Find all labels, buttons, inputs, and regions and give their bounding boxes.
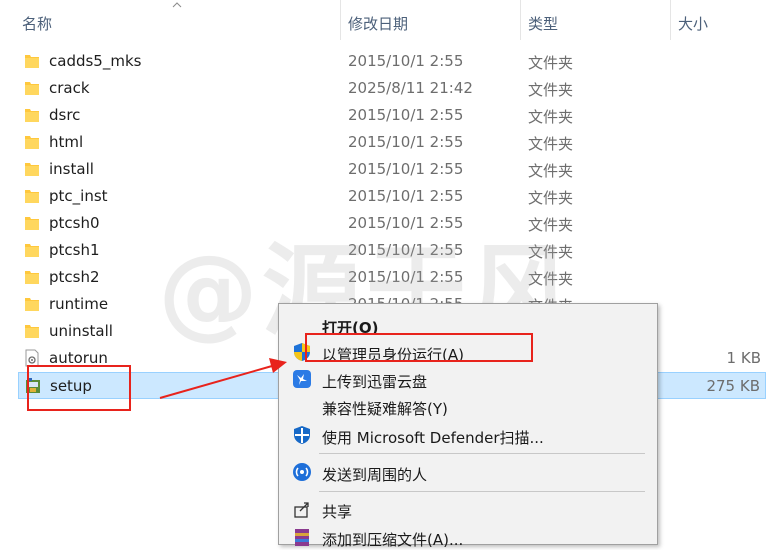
annotation-arrow xyxy=(159,358,287,399)
